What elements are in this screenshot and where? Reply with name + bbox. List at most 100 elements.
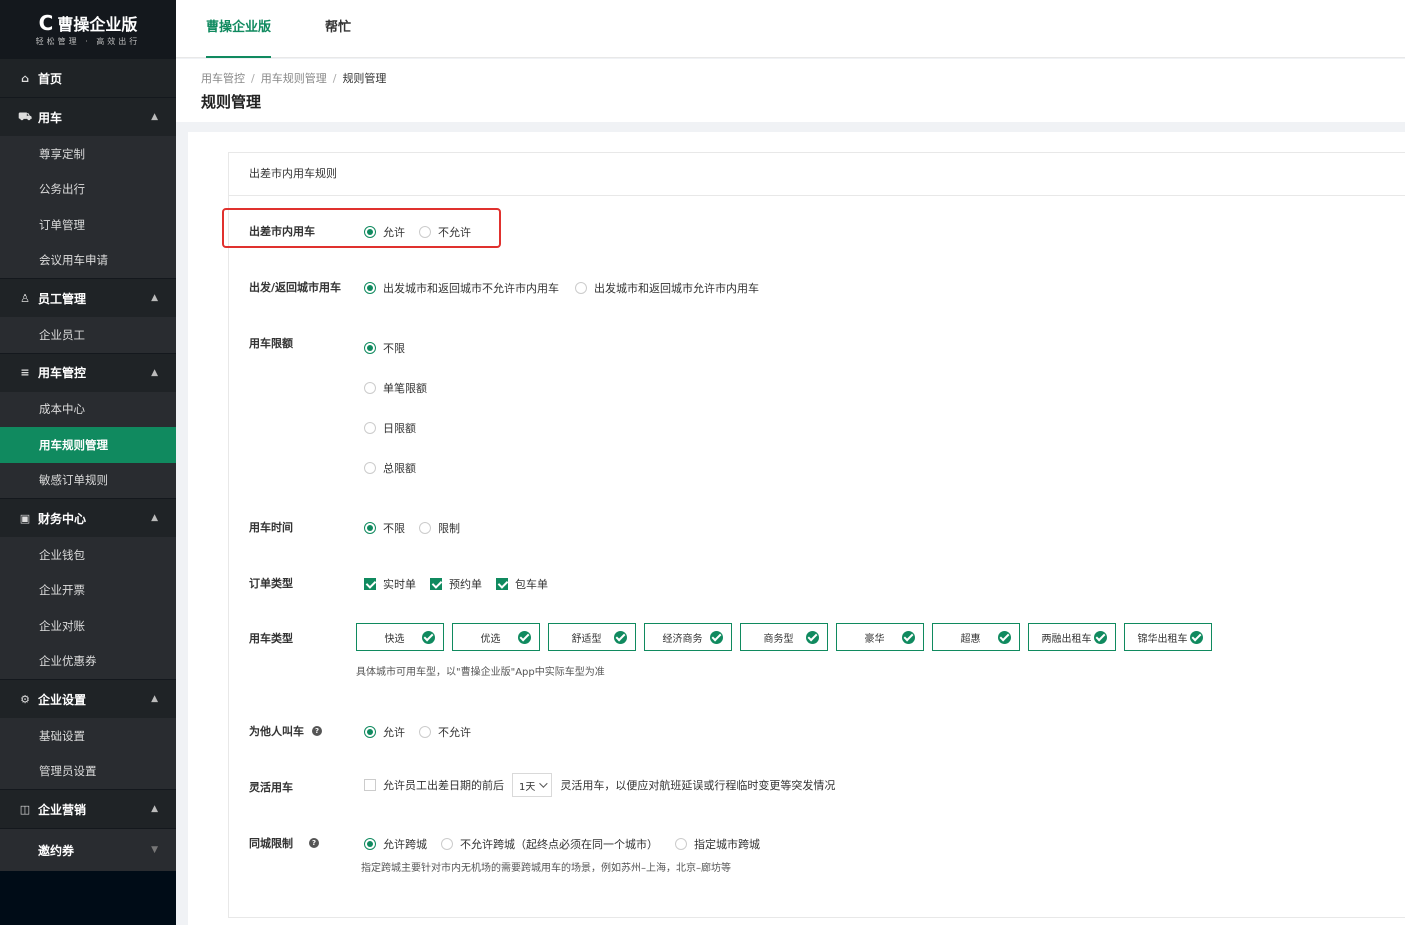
limit-label: 用车限额 — [249, 337, 293, 350]
check-circle-icon — [902, 630, 915, 644]
sidebar: C 曹操企业版 轻松管理 · 高效出行 ⌂ 首页 ⛟ 用车 ▲ 尊享定制 公务出行… — [0, 0, 176, 925]
breadcrumb-item[interactable]: 用车规则管理 — [261, 72, 327, 85]
radio-unchecked[interactable] — [364, 382, 376, 394]
car-type-luxury[interactable]: 豪华 — [836, 623, 924, 651]
check-circle-icon — [1190, 630, 1203, 644]
help-icon[interactable]: ? — [312, 726, 322, 736]
time-limited[interactable]: 限制 — [419, 520, 460, 536]
city-use-allow[interactable]: 允许 — [364, 224, 405, 240]
car-type-youxuan[interactable]: 优选 — [452, 623, 540, 651]
sidebar-item-invoice[interactable]: 企业开票 — [0, 573, 176, 609]
car-type-economy-business[interactable]: 经济商务 — [644, 623, 732, 651]
help-icon[interactable]: ? — [309, 838, 319, 848]
limit-daily[interactable]: 日限额 — [364, 420, 416, 436]
sidebar-item-employees[interactable]: 企业员工 — [0, 317, 176, 353]
breadcrumb-item[interactable]: 用车管控 — [201, 72, 245, 85]
car-type-kuaixuan[interactable]: 快选 — [356, 623, 444, 651]
order-type-reservation[interactable]: 预约单 — [430, 576, 482, 592]
sidebar-item-invite-coupon[interactable]: 邀约券 ▼ — [0, 828, 176, 871]
same-city-disallow[interactable]: 不允许跨城（起终点必须在同一个城市） — [441, 836, 658, 852]
logo-mark: C — [38, 11, 54, 35]
checkbox-checked[interactable] — [364, 578, 376, 590]
sidebar-item-premium[interactable]: 尊享定制 — [0, 136, 176, 172]
same-city-allow[interactable]: 允许跨城 — [364, 836, 427, 852]
limit-total[interactable]: 总限额 — [364, 460, 416, 476]
car-type-business[interactable]: 商务型 — [740, 623, 828, 651]
checkbox-checked[interactable] — [430, 578, 442, 590]
sidebar-group-marketing[interactable]: ◫ 企业营销 ▲ — [0, 789, 176, 828]
depart-return-allow[interactable]: 出发城市和返回城市允许市内用车 — [575, 280, 759, 296]
sidebar-item-reconcile[interactable]: 企业对账 — [0, 608, 176, 644]
radio-checked[interactable] — [364, 726, 376, 738]
order-type-charter[interactable]: 包车单 — [496, 576, 548, 592]
radio-unchecked[interactable] — [419, 522, 431, 534]
radio-unchecked[interactable] — [364, 422, 376, 434]
checkbox-checked[interactable] — [496, 578, 508, 590]
flexible-days-select[interactable]: 1天 — [512, 773, 553, 797]
car-type-jinhua-taxi[interactable]: 锦华出租车 — [1124, 623, 1212, 651]
sidebar-item-basic-settings[interactable]: 基础设置 — [0, 718, 176, 754]
call-for-others-allow[interactable]: 允许 — [364, 724, 405, 740]
tab-help[interactable]: 帮忙 — [325, 0, 351, 58]
breadcrumb: 用车管控 / 用车规则管理 / 规则管理 — [201, 72, 387, 85]
sidebar-item-admin-settings[interactable]: 管理员设置 — [0, 754, 176, 790]
sidebar-item-wallet[interactable]: 企业钱包 — [0, 537, 176, 573]
sidebar-group-finance[interactable]: ▣ 财务中心 ▲ — [0, 498, 176, 537]
radio-unchecked[interactable] — [419, 726, 431, 738]
sidebar-group-settings[interactable]: ⚙ 企业设置 ▲ — [0, 679, 176, 718]
radio-checked[interactable] — [364, 226, 376, 238]
same-city-specified[interactable]: 指定城市跨城 — [675, 836, 760, 852]
call-for-others-disallow[interactable]: 不允许 — [419, 724, 471, 740]
page-header: 用车管控 / 用车规则管理 / 规则管理 规则管理 — [176, 59, 1405, 122]
radio-unchecked[interactable] — [364, 462, 376, 474]
radio-checked[interactable] — [364, 522, 376, 534]
logo[interactable]: C 曹操企业版 轻松管理 · 高效出行 — [0, 0, 176, 58]
time-none[interactable]: 不限 — [364, 520, 405, 536]
marketing-icon: ◫ — [19, 802, 31, 816]
radio-unchecked[interactable] — [419, 226, 431, 238]
chevron-up-icon: ▲ — [151, 367, 158, 378]
flexible-option: 允许员工出差日期的前后 1天 灵活用车，以便应对航班延误或行程临时变更等突发情况 — [364, 773, 835, 797]
check-circle-icon — [806, 630, 819, 644]
tab-enterprise[interactable]: 曹操企业版 — [206, 0, 272, 58]
call-for-others-label: 为他人叫车? — [249, 723, 322, 739]
sidebar-item-car-rules[interactable]: 用车规则管理 — [0, 427, 176, 463]
flexible-label: 灵活用车 — [249, 781, 293, 794]
time-label: 用车时间 — [249, 521, 293, 534]
check-circle-icon — [710, 630, 723, 644]
radio-checked[interactable] — [364, 342, 376, 354]
flexible-checkbox[interactable] — [364, 779, 376, 791]
car-type-chaohui[interactable]: 超惠 — [932, 623, 1020, 651]
sidebar-group-car[interactable]: ⛟ 用车 ▲ — [0, 97, 176, 136]
sidebar-item-meeting-car[interactable]: 会议用车申请 — [0, 243, 176, 279]
sidebar-group-car-control[interactable]: ≡ 用车管控 ▲ — [0, 352, 176, 392]
radio-unchecked[interactable] — [441, 838, 453, 850]
limit-single[interactable]: 单笔限额 — [364, 380, 427, 396]
radio-checked[interactable] — [364, 282, 376, 294]
sidebar-group-staff[interactable]: ♙ 员工管理 ▲ — [0, 278, 176, 317]
card-title: 出差市内用车规则 — [229, 153, 1405, 196]
car-type-label: 用车类型 — [249, 632, 293, 645]
main-content: 出差市内用车规则 出差市内用车 允许 不允许 出发/返回城市用车 出发城市和返回… — [188, 132, 1405, 925]
sidebar-item-orders[interactable]: 订单管理 — [0, 207, 176, 243]
limit-none[interactable]: 不限 — [364, 340, 405, 356]
same-city-label: 同城限制? — [249, 835, 319, 851]
sidebar-item-home[interactable]: ⌂ 首页 — [0, 58, 176, 97]
order-type-realtime[interactable]: 实时单 — [364, 576, 416, 592]
user-icon: ♙ — [20, 291, 30, 305]
sidebar-item-sensitive-rules[interactable]: 敏感订单规则 — [0, 463, 176, 499]
depart-return-disallow[interactable]: 出发城市和返回城市不允许市内用车 — [364, 280, 559, 296]
radio-checked[interactable] — [364, 838, 376, 850]
sidebar-item-coupons[interactable]: 企业优惠券 — [0, 644, 176, 680]
city-use-disallow[interactable]: 不允许 — [419, 224, 471, 240]
car-type-comfort[interactable]: 舒适型 — [548, 623, 636, 651]
sidebar-item-business-trip[interactable]: 公务出行 — [0, 172, 176, 208]
depart-return-label: 出发/返回城市用车 — [249, 281, 342, 294]
page-title: 规则管理 — [201, 93, 262, 111]
radio-unchecked[interactable] — [575, 282, 587, 294]
car-type-lianrong-taxi[interactable]: 两融出租车 — [1028, 623, 1116, 651]
rules-card: 出差市内用车规则 出差市内用车 允许 不允许 出发/返回城市用车 出发城市和返回… — [228, 152, 1405, 918]
sidebar-item-cost-center[interactable]: 成本中心 — [0, 392, 176, 428]
check-circle-icon — [422, 630, 435, 644]
radio-unchecked[interactable] — [675, 838, 687, 850]
